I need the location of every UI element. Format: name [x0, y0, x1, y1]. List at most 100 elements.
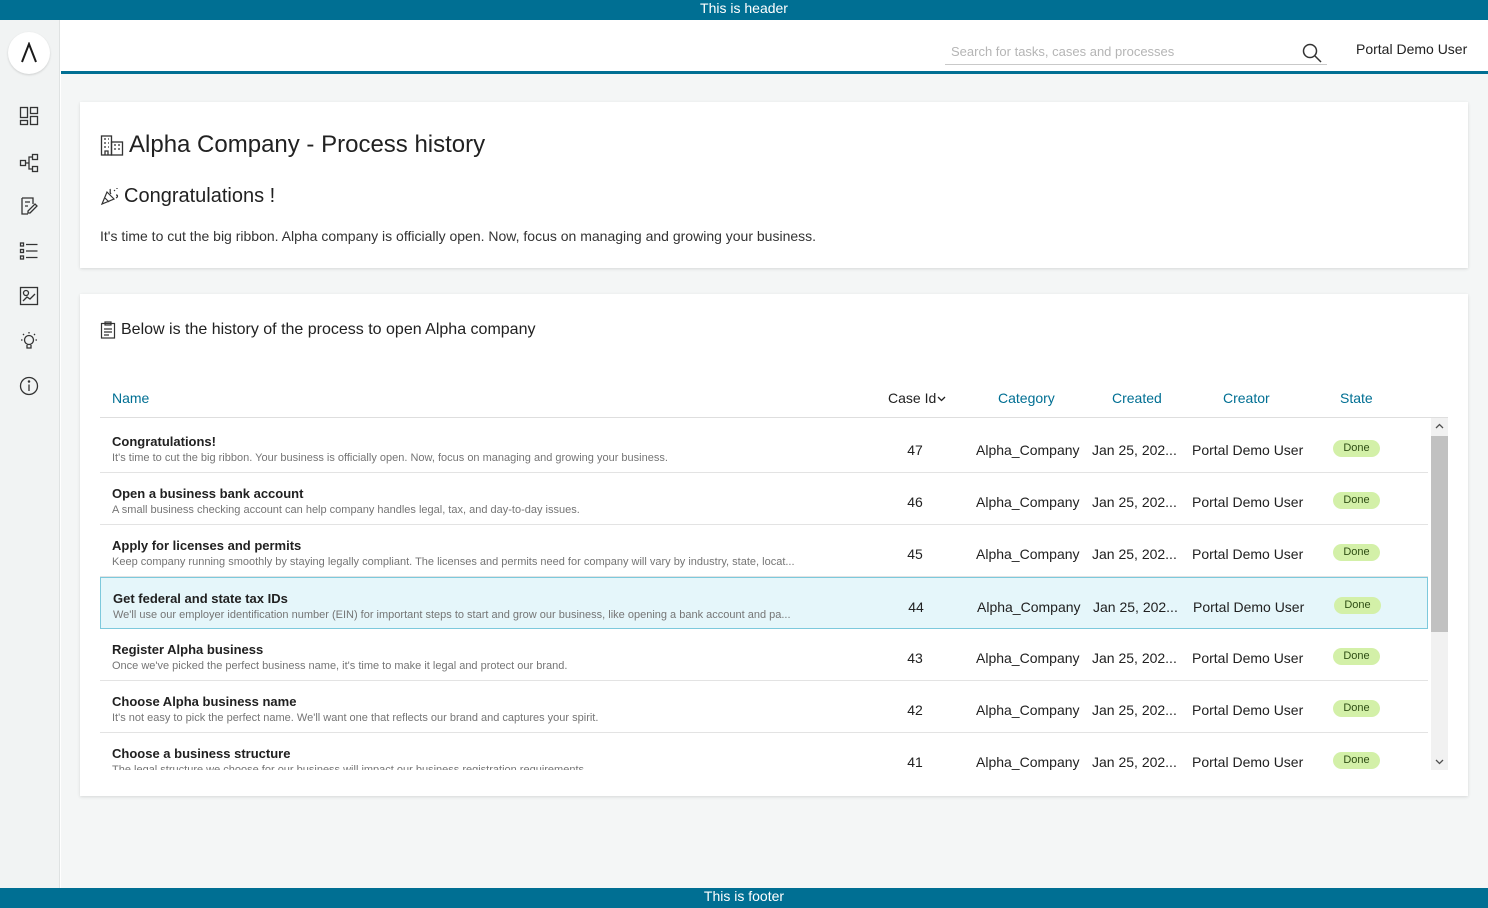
table-rows: Congratulations! It's time to cut the big…	[100, 421, 1428, 770]
table-row[interactable]: Open a business bank account A small busi…	[100, 473, 1428, 525]
row-description: It's time to cut the big ribbon. Your bu…	[112, 452, 668, 464]
sidebar-item-dashboard[interactable]	[18, 105, 40, 127]
row-category: Alpha_Company	[976, 546, 1080, 562]
column-header-state[interactable]: State	[1340, 390, 1373, 406]
row-created: Jan 25, 202...	[1092, 494, 1177, 510]
table-row[interactable]: Apply for licenses and permits Keep compa…	[100, 525, 1428, 577]
row-name: Get federal and state tax IDs	[113, 591, 288, 606]
table-row[interactable]: Get federal and state tax IDs We'll use o…	[100, 577, 1428, 629]
row-created: Jan 25, 202...	[1092, 546, 1177, 562]
lightbulb-icon	[21, 332, 37, 349]
row-description: The legal structure we choose for our bu…	[112, 764, 584, 770]
axon-logo-icon	[21, 42, 37, 63]
table-scrollbar[interactable]	[1431, 418, 1448, 770]
table-row[interactable]: Choose a business structure The legal str…	[100, 733, 1428, 770]
intro-text: It's time to cut the big ribbon. Alpha c…	[100, 228, 817, 244]
chevron-up-icon	[1435, 423, 1444, 429]
row-name: Choose a business structure	[112, 746, 291, 761]
row-case-id: 44	[908, 599, 924, 615]
row-category: Alpha_Company	[976, 754, 1080, 770]
row-creator: Portal Demo User	[1192, 546, 1304, 562]
row-created: Jan 25, 202...	[1093, 599, 1178, 615]
column-header-category[interactable]: Category	[998, 390, 1055, 406]
row-category: Alpha_Company	[976, 702, 1080, 718]
congrats-heading: Congratulations !	[124, 184, 276, 207]
table-body: Congratulations! It's time to cut the big…	[100, 418, 1448, 770]
column-header-created[interactable]: Created	[1112, 390, 1162, 406]
party-popper-icon	[100, 188, 119, 206]
scroll-thumb[interactable]	[1431, 436, 1448, 632]
row-created: Jan 25, 202...	[1092, 442, 1177, 458]
column-header-case-id[interactable]: Case Id	[888, 390, 946, 406]
row-case-id: 45	[907, 546, 923, 562]
history-title: Below is the history of the process to o…	[121, 321, 536, 338]
top-bar: Portal Demo User	[61, 20, 1488, 74]
main-content: Alpha Company - Process history Congratu…	[61, 74, 1488, 888]
sidebar-item-cases[interactable]	[18, 240, 40, 262]
sidebar-item-info[interactable]	[18, 375, 40, 397]
chevron-down-icon	[1435, 759, 1444, 765]
status-badge: Done	[1333, 492, 1380, 509]
processes-icon	[19, 153, 39, 173]
footer-banner: This is footer	[0, 888, 1488, 908]
sidebar-item-tasks[interactable]	[18, 195, 40, 217]
row-case-id: 46	[907, 494, 923, 510]
column-header-creator[interactable]: Creator	[1223, 390, 1270, 406]
column-header-case-id-label: Case Id	[888, 390, 937, 406]
app-logo[interactable]	[8, 32, 50, 74]
row-creator: Portal Demo User	[1192, 494, 1304, 510]
scroll-down-button[interactable]	[1431, 753, 1448, 770]
status-badge: Done	[1334, 597, 1381, 614]
history-card: Below is the history of the process to o…	[80, 294, 1468, 796]
chevron-down-icon	[937, 396, 946, 402]
row-case-id: 43	[907, 650, 923, 666]
clipboard-icon	[100, 321, 116, 339]
row-name: Open a business bank account	[112, 486, 304, 501]
row-creator: Portal Demo User	[1192, 650, 1304, 666]
row-name: Apply for licenses and permits	[112, 538, 302, 553]
dashboard-icon	[19, 106, 39, 126]
row-description: Keep company running smoothly by staying…	[112, 556, 795, 568]
scroll-up-button[interactable]	[1431, 418, 1448, 435]
row-creator: Portal Demo User	[1192, 754, 1304, 770]
row-category: Alpha_Company	[977, 599, 1081, 615]
row-description: It's not easy to pick the perfect name. …	[112, 712, 599, 724]
process-history-table: Name Case Id Category Created Creator St…	[100, 378, 1448, 770]
row-description: We'll use our employer identification nu…	[113, 609, 791, 621]
table-row[interactable]: Congratulations! It's time to cut the big…	[100, 421, 1428, 473]
row-created: Jan 25, 202...	[1092, 702, 1177, 718]
row-description: A small business checking account can he…	[112, 504, 580, 516]
cases-icon	[19, 242, 38, 260]
summary-card: Alpha Company - Process history Congratu…	[80, 102, 1468, 268]
search-box	[945, 39, 1327, 65]
statistics-icon	[19, 286, 39, 306]
row-description: Once we've picked the perfect business n…	[112, 660, 568, 672]
user-menu[interactable]: Portal Demo User	[1356, 41, 1467, 57]
row-case-id: 42	[907, 702, 923, 718]
row-case-id: 47	[907, 442, 923, 458]
status-badge: Done	[1333, 440, 1380, 457]
row-category: Alpha_Company	[976, 494, 1080, 510]
history-heading-row: Below is the history of the process to o…	[100, 321, 535, 339]
table-header: Name Case Id Category Created Creator St…	[100, 378, 1448, 418]
search-icon[interactable]	[1301, 42, 1323, 64]
status-badge: Done	[1333, 648, 1380, 665]
title-row: Alpha Company - Process history	[100, 130, 485, 160]
table-row[interactable]: Choose Alpha business name It's not easy …	[100, 681, 1428, 733]
row-created: Jan 25, 202...	[1092, 650, 1177, 666]
sidebar-item-statistics[interactable]	[18, 285, 40, 307]
sidebar	[0, 20, 60, 888]
sidebar-item-ideas[interactable]	[18, 330, 40, 352]
building-icon	[100, 135, 124, 156]
sidebar-item-processes[interactable]	[18, 152, 40, 174]
column-header-name[interactable]: Name	[112, 390, 149, 406]
row-name: Congratulations!	[112, 434, 216, 449]
congrats-row: Congratulations !	[100, 183, 275, 209]
status-badge: Done	[1333, 544, 1380, 561]
row-created: Jan 25, 202...	[1092, 754, 1177, 770]
row-creator: Portal Demo User	[1192, 702, 1304, 718]
status-badge: Done	[1333, 700, 1380, 717]
table-row[interactable]: Register Alpha business Once we've picked…	[100, 629, 1428, 681]
search-input[interactable]	[945, 39, 1285, 63]
info-icon	[19, 376, 39, 396]
